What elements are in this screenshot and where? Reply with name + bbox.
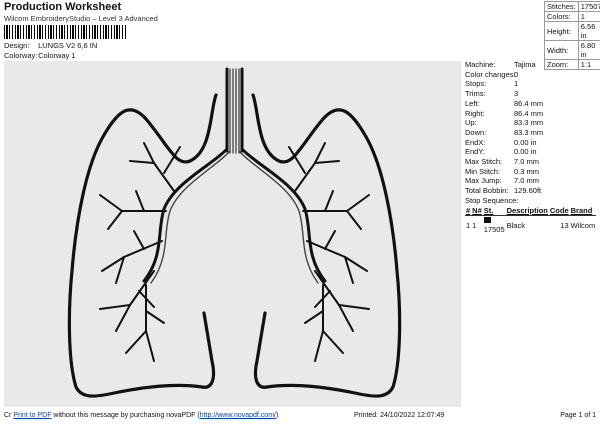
column-header: St. [483, 206, 494, 215]
stat-row: Zoom: 1:1 [544, 59, 600, 70]
column-header: Brand [570, 206, 593, 215]
param-value: 83.3 mm [514, 127, 544, 137]
color-swatch [483, 217, 491, 223]
stat-value: 6.80 in [577, 40, 600, 60]
param-label: Max Stitch: [465, 157, 503, 167]
stat-row: Width: 6.80 in [544, 40, 600, 60]
param-row: Machine: Tajima [465, 60, 543, 70]
param-label: Down: [465, 127, 487, 137]
stat-label: Height: [544, 21, 579, 41]
table-row: 1 1 17505 Black 13 Wilcom [465, 215, 597, 234]
printed-timestamp: Printed: 24/10/2022 12:07:49 [354, 412, 445, 419]
param-value: 7.0 mm [514, 157, 540, 167]
stat-value: 17507 [577, 1, 600, 12]
param-row: Left: 86.4 mm [465, 99, 543, 109]
novapdf-url-link[interactable]: http://www.novapdf.com/ [200, 412, 276, 419]
design-row: Design: LUNGS V2 6,6 IN [4, 41, 97, 50]
print-to-pdf-link[interactable]: Print to PDF [13, 412, 51, 419]
param-row: Right: 86.4 mm [465, 109, 543, 119]
colorway-value: Colorway 1 [38, 51, 76, 60]
stat-row: Height: 6.56 in [544, 21, 600, 41]
footer-suffix: ) [275, 412, 279, 419]
param-label: Trims: [465, 89, 486, 99]
stop-sequence-table: # N# St. Description Code Brand 1 1 1750… [465, 206, 597, 234]
stat-value: 6.56 in [577, 21, 600, 41]
param-label: Total Bobbin: [465, 186, 509, 196]
param-value: 1 [514, 79, 519, 89]
stat-label: Width: [544, 40, 579, 60]
param-label: Up: [465, 118, 477, 128]
stop-sequence: Stop Sequence: # N# St. Description Code… [465, 196, 597, 234]
lungs-embroidery-image [67, 67, 402, 398]
stat-value: 1 [577, 11, 600, 22]
param-row: Total Bobbin: 129.60ft [465, 186, 543, 196]
param-row: EndX: 0.00 in [465, 138, 543, 148]
param-row: Min Stitch: 0.3 mm [465, 167, 543, 177]
stat-label: Stitches: [544, 1, 579, 12]
param-row: Max Stitch: 7.0 mm [465, 157, 543, 167]
param-row: Max Jump: 7.0 mm [465, 176, 543, 186]
cell-needle: 1 [472, 220, 477, 230]
param-label: Max Jump: [465, 176, 502, 186]
colorway-row: Colorway: Colorway 1 [4, 51, 76, 60]
param-label: Color changes: [465, 69, 516, 79]
param-row: Stops: 1 [465, 79, 543, 89]
param-label: EndX: [465, 137, 486, 147]
param-value: 0.00 in [514, 137, 537, 147]
param-row: Trims: 3 [465, 89, 543, 99]
stat-row: Stitches: 17507 [544, 1, 600, 12]
column-header: Description [506, 206, 548, 215]
param-row: Color changes:0 [465, 70, 543, 80]
param-value: 86.4 mm [514, 98, 544, 108]
param-value: 7.0 mm [514, 176, 540, 186]
footer-message: Cr Print to PDF without this message by … [4, 411, 278, 421]
param-value: 3 [514, 89, 519, 99]
param-label: EndY: [465, 147, 486, 157]
machine-parameters: Machine: Tajima Color changes:0 Stops: 1 T… [465, 60, 543, 196]
cell-stitches: 17505 [483, 216, 506, 234]
param-row: Down: 83.3 mm [465, 128, 543, 138]
design-label: Design: [4, 41, 30, 50]
cell-code: 13 [560, 220, 569, 230]
column-header: N# [472, 206, 482, 215]
param-value: 83.3 mm [514, 118, 544, 128]
stat-value: 1:1 [577, 59, 600, 70]
design-value: LUNGS V2 6,6 IN [38, 41, 98, 50]
colorway-label: Colorway: [4, 51, 38, 60]
param-value: 0 [514, 69, 519, 79]
cell-description: Black [506, 220, 525, 230]
param-value: 129.60ft [514, 186, 542, 196]
cell-stitches-value: 17505 [483, 225, 505, 234]
stop-sequence-heading: Stop Sequence: [465, 196, 519, 205]
stats-table: Stitches: 17507 Colors: 1 Height: 6.56 in W… [544, 1, 600, 70]
param-value: 0.3 mm [514, 166, 540, 176]
column-header: Code [549, 206, 569, 215]
stat-label: Colors: [544, 11, 579, 22]
design-preview [4, 61, 461, 407]
footer-prefix: Cr [4, 412, 12, 419]
param-label: Right: [465, 108, 485, 118]
table-header-row: # N# St. Description Code Brand [465, 206, 596, 216]
param-label: Machine: [465, 60, 496, 69]
page-number: Page 1 of 1 [560, 412, 596, 419]
param-row: EndY: 0.00 in [465, 147, 543, 157]
barcode [4, 25, 126, 39]
param-value: 86.4 mm [514, 108, 544, 118]
stat-row: Colors: 1 [544, 11, 600, 22]
param-value: 0.00 in [514, 147, 537, 157]
software-subtitle: Wilcom EmbroideryStudio – Level 3 Advanc… [4, 14, 158, 23]
stat-label: Zoom: [544, 59, 579, 70]
param-value: Tajima [514, 60, 536, 69]
param-row: Up: 83.3 mm [465, 118, 543, 128]
footer-text: without this message by purchasing novaP… [51, 412, 200, 419]
param-label: Left: [465, 98, 480, 108]
param-label: Min Stitch: [465, 166, 501, 176]
param-label: Stops: [465, 79, 487, 89]
worksheet-title: Production Worksheet [4, 1, 122, 13]
cell-brand: Wilcom [570, 220, 596, 230]
